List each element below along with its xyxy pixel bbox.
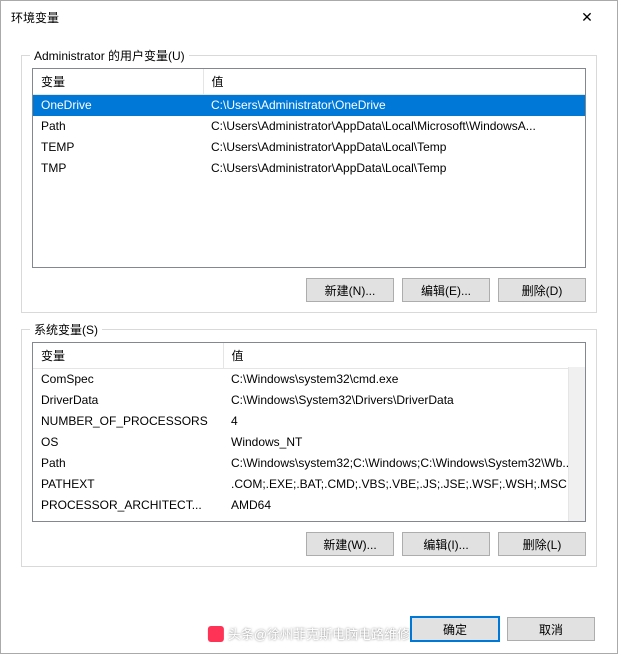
system-new-button[interactable]: 新建(W)... (306, 532, 394, 556)
watermark-logo-icon (208, 626, 224, 642)
cancel-button[interactable]: 取消 (507, 617, 595, 641)
close-icon[interactable]: ✕ (567, 1, 607, 33)
system-edit-button[interactable]: 编辑(I)... (402, 532, 490, 556)
vertical-scrollbar[interactable] (568, 367, 585, 521)
user-col-variable[interactable]: 变量 (33, 69, 203, 95)
table-row[interactable]: TMP C:\Users\Administrator\AppData\Local… (33, 158, 585, 179)
dialog-content: Administrator 的用户变量(U) 变量 值 OneDrive C:\… (1, 33, 617, 579)
ok-button[interactable]: 确定 (411, 617, 499, 641)
sys-col-value[interactable]: 值 (223, 343, 585, 369)
table-row[interactable]: Path C:\Users\Administrator\AppData\Loca… (33, 116, 585, 137)
user-group-label: Administrator 的用户变量(U) (30, 47, 189, 64)
window-title: 环境变量 (11, 9, 567, 26)
user-edit-button[interactable]: 编辑(E)... (402, 278, 490, 302)
table-row[interactable]: NUMBER_OF_PROCESSORS4 (33, 411, 585, 432)
user-variables-table[interactable]: 变量 值 OneDrive C:\Users\Administrator\One… (32, 68, 586, 268)
system-group-label: 系统变量(S) (30, 321, 102, 338)
system-variables-group: 系统变量(S) 变量 值 ComSpecC:\Windows\system32\… (21, 329, 597, 567)
user-button-row: 新建(N)... 编辑(E)... 删除(D) (32, 278, 586, 302)
titlebar: 环境变量 ✕ (1, 1, 617, 33)
table-row[interactable]: TEMP C:\Users\Administrator\AppData\Loca… (33, 137, 585, 158)
system-delete-button[interactable]: 删除(L) (498, 532, 586, 556)
table-row[interactable]: PATHEXT.COM;.EXE;.BAT;.CMD;.VBS;.VBE;.JS… (33, 474, 585, 495)
user-new-button[interactable]: 新建(N)... (306, 278, 394, 302)
environment-variables-dialog: 环境变量 ✕ Administrator 的用户变量(U) 变量 值 O (0, 0, 618, 654)
table-row[interactable]: PROCESSOR_ARCHITECT...AMD64 (33, 495, 585, 516)
user-col-value[interactable]: 值 (203, 69, 585, 95)
user-delete-button[interactable]: 删除(D) (498, 278, 586, 302)
table-row[interactable]: PathC:\Windows\system32;C:\Windows;C:\Wi… (33, 453, 585, 474)
table-row[interactable]: ComSpecC:\Windows\system32\cmd.exe (33, 369, 585, 390)
watermark: 头条@徐州菲克斯电脑电路维修 (208, 624, 410, 643)
table-row[interactable]: OneDrive C:\Users\Administrator\OneDrive (33, 95, 585, 116)
system-variables-table[interactable]: 变量 值 ComSpecC:\Windows\system32\cmd.exe … (32, 342, 586, 522)
table-row[interactable]: DriverDataC:\Windows\System32\Drivers\Dr… (33, 390, 585, 411)
dialog-button-row: 确定 取消 (411, 617, 595, 641)
system-button-row: 新建(W)... 编辑(I)... 删除(L) (32, 532, 586, 556)
table-row[interactable]: OSWindows_NT (33, 432, 585, 453)
user-variables-group: Administrator 的用户变量(U) 变量 值 OneDrive C:\… (21, 55, 597, 313)
sys-col-variable[interactable]: 变量 (33, 343, 223, 369)
